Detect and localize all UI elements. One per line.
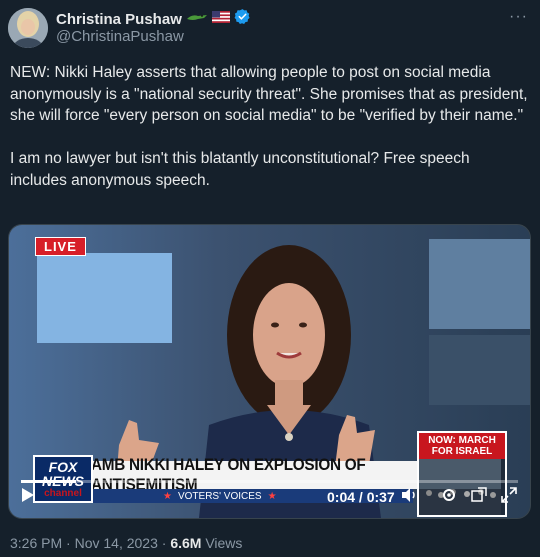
promo-headline: NOW: MARCH FOR ISRAEL (419, 433, 505, 459)
news-chyron: AMB NIKKI HALEY ON EXPLOSION OF ANTISEMI… (37, 455, 417, 494)
avatar[interactable] (8, 8, 48, 48)
verified-badge-icon (234, 8, 251, 30)
promo-crowd-image (419, 459, 501, 515)
views-count: 6.6M (170, 535, 202, 551)
alligator-icon (186, 10, 208, 28)
fullscreen-icon[interactable] (501, 487, 517, 506)
tweet-text: NEW: Nikki Haley asserts that allowing p… (10, 64, 528, 189)
live-badge: LIVE (35, 237, 86, 256)
tweet-timestamp[interactable]: 3:26 PM · Nov 14, 2023 · (10, 535, 170, 551)
video-player[interactable]: LIVE NOW: MARCH FOR ISRAEL AMB NIKKI HAL… (8, 224, 531, 519)
promo-line-2: FOR ISRAEL (431, 446, 493, 457)
settings-gear-icon[interactable] (441, 487, 457, 506)
views-label: Views (201, 535, 243, 551)
author-name-line: Christina Pushaw (56, 8, 251, 30)
promo-line-1: NOW: MARCH (428, 435, 496, 446)
video-progress-bar[interactable] (21, 480, 518, 483)
us-flag-icon (211, 10, 230, 28)
author-name[interactable]: Christina Pushaw (56, 11, 182, 28)
fox-news-logo: FOX NEWS channel (33, 455, 93, 503)
tweet-meta: 3:26 PM · Nov 14, 2023 · 6.6M Views (10, 535, 242, 551)
play-icon[interactable] (21, 487, 35, 506)
volume-icon[interactable] (401, 487, 419, 506)
more-options-icon[interactable]: ··· (509, 8, 528, 26)
video-time: 0:04 / 0:37 (327, 489, 395, 505)
video-progress-fill (21, 480, 76, 483)
subbar-text: VOTERS' VOICES (177, 490, 262, 502)
author-handle[interactable]: @ChristinaPushaw (56, 28, 184, 45)
promo-box: NOW: MARCH FOR ISRAEL (417, 431, 507, 517)
avatar-image (8, 8, 48, 48)
pip-icon[interactable] (471, 487, 487, 506)
